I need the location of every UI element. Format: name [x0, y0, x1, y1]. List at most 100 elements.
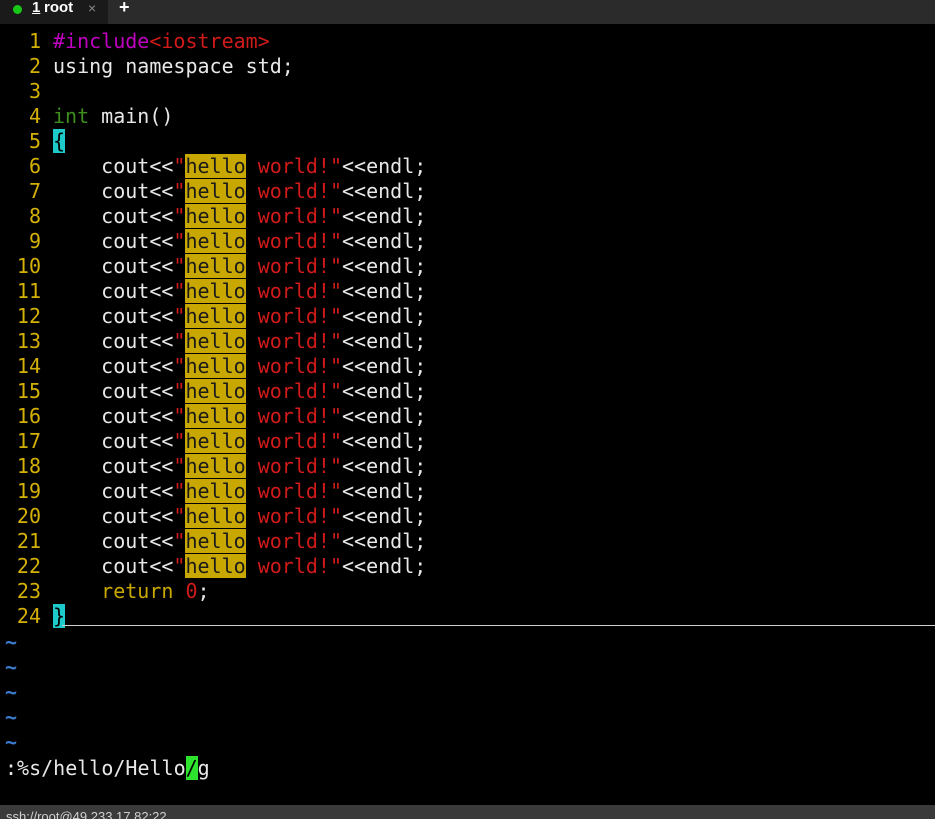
line-number: 24: [16, 604, 41, 628]
code-token: <<endl;: [342, 279, 427, 303]
code-line[interactable]: 18 cout<<"hello world!"<<endl;: [0, 454, 426, 479]
code-token: <<endl;: [342, 154, 427, 178]
code-line[interactable]: 8 cout<<"hello world!"<<endl;: [0, 204, 426, 229]
code-line[interactable]: 2 using namespace std;: [0, 54, 294, 79]
code-token: <<endl;: [342, 379, 427, 403]
code-token: <<endl;: [342, 229, 427, 253]
string-token: world!": [245, 379, 343, 403]
code-line[interactable]: 17 cout<<"hello world!"<<endl;: [0, 429, 426, 454]
keyword-token: int: [53, 104, 90, 128]
code-token: cout<<: [53, 254, 174, 278]
search-match-token: hello: [185, 379, 246, 403]
line-number: 12: [16, 304, 41, 328]
tilde-marker: ~: [5, 680, 18, 704]
string-quote-token: ": [173, 454, 186, 478]
line-number: 16: [16, 404, 41, 428]
line-number: 10: [16, 254, 41, 278]
code-line[interactable]: 13 cout<<"hello world!"<<endl;: [0, 329, 426, 354]
string-token: world!": [245, 254, 343, 278]
code-token: cout<<: [53, 329, 174, 353]
code-token: <<endl;: [342, 329, 427, 353]
code-token: <<endl;: [342, 254, 427, 278]
code-token: cout<<: [53, 154, 174, 178]
line-number: 4: [28, 104, 41, 128]
string-token: world!": [245, 304, 343, 328]
code-token: ;: [197, 579, 210, 603]
string-token: world!": [245, 529, 343, 553]
code-token: cout<<: [53, 204, 174, 228]
search-match-token: hello: [185, 554, 246, 578]
code-line[interactable]: 22 cout<<"hello world!"<<endl;: [0, 554, 426, 579]
connection-address: ssh://root@49.233.17.82:22: [6, 809, 167, 819]
search-match-token: hello: [185, 204, 246, 228]
string-quote-token: ": [173, 479, 186, 503]
code-token: cout<<: [53, 354, 174, 378]
code-token: <<endl;: [342, 479, 427, 503]
tilde-marker: ~: [5, 655, 18, 679]
string-token: world!": [245, 279, 343, 303]
line-number: 21: [16, 529, 41, 553]
vim-editor[interactable]: 1 #include<iostream> 2 using namespace std;…: [0, 29, 935, 799]
search-match-token: hello: [185, 304, 246, 328]
command-line[interactable]: :%s/hello/Hello/g: [5, 756, 210, 781]
code-line[interactable]: 21 cout<<"hello world!"<<endl;: [0, 529, 426, 554]
code-line[interactable]: 10 cout<<"hello world!"<<endl;: [0, 254, 426, 279]
command-text: :%s/hello/Hello: [5, 756, 186, 780]
line-number: 1: [28, 29, 41, 53]
string-quote-token: ": [173, 529, 186, 553]
code-line[interactable]: 24}: [0, 604, 66, 629]
code-line[interactable]: 23 return 0;: [0, 579, 210, 604]
code-line[interactable]: 6 cout<<"hello world!"<<endl;: [0, 154, 426, 179]
tab-root[interactable]: 1 root ×: [0, 0, 108, 24]
code-line[interactable]: 1 #include<iostream>: [0, 29, 270, 54]
search-match-token: hello: [185, 279, 246, 303]
code-line[interactable]: 9 cout<<"hello world!"<<endl;: [0, 229, 426, 254]
string-token: world!": [245, 504, 343, 528]
line-number: 2: [28, 54, 41, 78]
code-token: cout<<: [53, 504, 174, 528]
code-line[interactable]: 12 cout<<"hello world!"<<endl;: [0, 304, 426, 329]
code-line[interactable]: 5{: [0, 129, 66, 154]
add-tab-icon[interactable]: +: [119, 0, 130, 16]
statement-token: return: [53, 579, 174, 603]
close-icon[interactable]: ×: [88, 0, 96, 16]
code-token: cout<<: [53, 229, 174, 253]
code-line[interactable]: 4 int main(): [0, 104, 173, 129]
line-number: 8: [28, 204, 41, 228]
code-line[interactable]: 3: [0, 79, 53, 104]
code-token: <<endl;: [342, 404, 427, 428]
line-number: 11: [16, 279, 41, 303]
code-line[interactable]: 20 cout<<"hello world!"<<endl;: [0, 504, 426, 529]
code-token: cout<<: [53, 379, 174, 403]
search-match-token: hello: [185, 429, 246, 453]
code-line[interactable]: 11 cout<<"hello world!"<<endl;: [0, 279, 426, 304]
string-quote-token: ": [173, 179, 186, 203]
search-match-token: hello: [185, 154, 246, 178]
search-match-token: hello: [185, 529, 246, 553]
code-line[interactable]: 19 cout<<"hello world!"<<endl;: [0, 479, 426, 504]
string-quote-token: ": [173, 254, 186, 278]
code-line[interactable]: 14 cout<<"hello world!"<<endl;: [0, 354, 426, 379]
code-token: cout<<: [53, 479, 174, 503]
string-token: world!": [245, 354, 343, 378]
line-number: 17: [16, 429, 41, 453]
string-token: world!": [245, 479, 343, 503]
code-token: using namespace std;: [53, 54, 294, 78]
string-quote-token: ": [173, 504, 186, 528]
code-token: <<endl;: [342, 454, 427, 478]
search-match-token: hello: [185, 404, 246, 428]
code-line[interactable]: 7 cout<<"hello world!"<<endl;: [0, 179, 426, 204]
line-number: 23: [16, 579, 41, 603]
code-token: cout<<: [53, 529, 174, 553]
number-token: 0: [185, 579, 198, 603]
string-token: world!": [245, 179, 343, 203]
code-token: cout<<: [53, 279, 174, 303]
code-line[interactable]: 16 cout<<"hello world!"<<endl;: [0, 404, 426, 429]
preprocessor-token: #include: [53, 29, 150, 53]
string-token: world!": [245, 204, 343, 228]
code-token: <<endl;: [342, 429, 427, 453]
search-match-token: hello: [185, 504, 246, 528]
string-token: world!": [245, 554, 343, 578]
string-token: <iostream>: [149, 29, 270, 53]
code-line[interactable]: 15 cout<<"hello world!"<<endl;: [0, 379, 426, 404]
